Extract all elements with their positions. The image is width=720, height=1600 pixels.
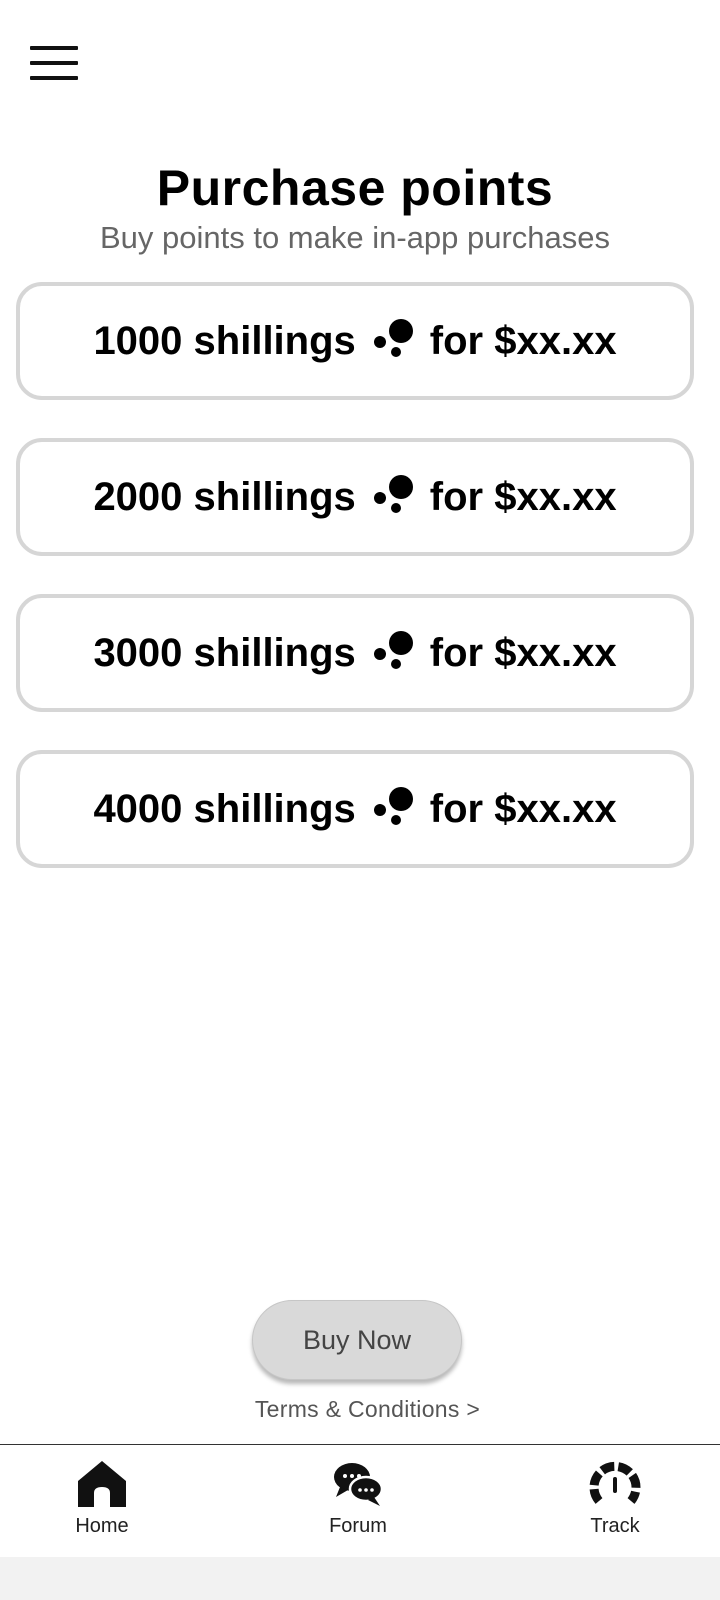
- buy-now-button[interactable]: Buy Now: [252, 1300, 462, 1380]
- option-amount: 1000 shillings: [93, 318, 356, 363]
- tab-label: Forum: [329, 1515, 387, 1537]
- option-price: for $xx.xx: [429, 474, 617, 519]
- coins-icon: [372, 629, 416, 673]
- points-option-2000[interactable]: 2000 shillings for $xx.xx: [16, 438, 694, 556]
- option-price: for $xx.xx: [429, 630, 617, 675]
- home-icon: [42, 1459, 162, 1509]
- tab-label: Home: [75, 1515, 129, 1537]
- coins-icon: [372, 785, 416, 829]
- page-subtitle: Buy points to make in-app purchases: [99, 220, 611, 255]
- chat-bubbles-icon: [298, 1459, 418, 1509]
- terms-link[interactable]: Terms & Conditions >: [0, 1396, 720, 1423]
- option-price: for $xx.xx: [429, 318, 617, 363]
- option-amount: 2000 shillings: [93, 474, 356, 519]
- points-option-1000[interactable]: 1000 shillings for $xx.xx: [16, 282, 694, 400]
- option-amount: 4000 shillings: [93, 786, 356, 831]
- option-price: for $xx.xx: [429, 786, 617, 831]
- points-option-4000[interactable]: 4000 shillings for $xx.xx: [16, 750, 694, 868]
- option-amount: 3000 shillings: [93, 630, 356, 675]
- coins-icon: [372, 317, 416, 361]
- page-title: Purchase points: [156, 160, 554, 216]
- speedometer-icon: [555, 1459, 675, 1509]
- purchase-points-screen: Purchase points Buy points to make in-ap…: [0, 0, 720, 1600]
- coins-icon: [372, 473, 416, 517]
- bottom-tab-bar: Home Forum Track: [0, 1444, 720, 1557]
- points-option-3000[interactable]: 3000 shillings for $xx.xx: [16, 594, 694, 712]
- tab-forum[interactable]: Forum: [298, 1459, 418, 1549]
- hamburger-menu-icon[interactable]: [30, 46, 78, 82]
- tab-label: Track: [590, 1515, 640, 1537]
- system-nav-area: [0, 1557, 720, 1600]
- tab-home[interactable]: Home: [42, 1459, 162, 1549]
- tab-track[interactable]: Track: [555, 1459, 675, 1549]
